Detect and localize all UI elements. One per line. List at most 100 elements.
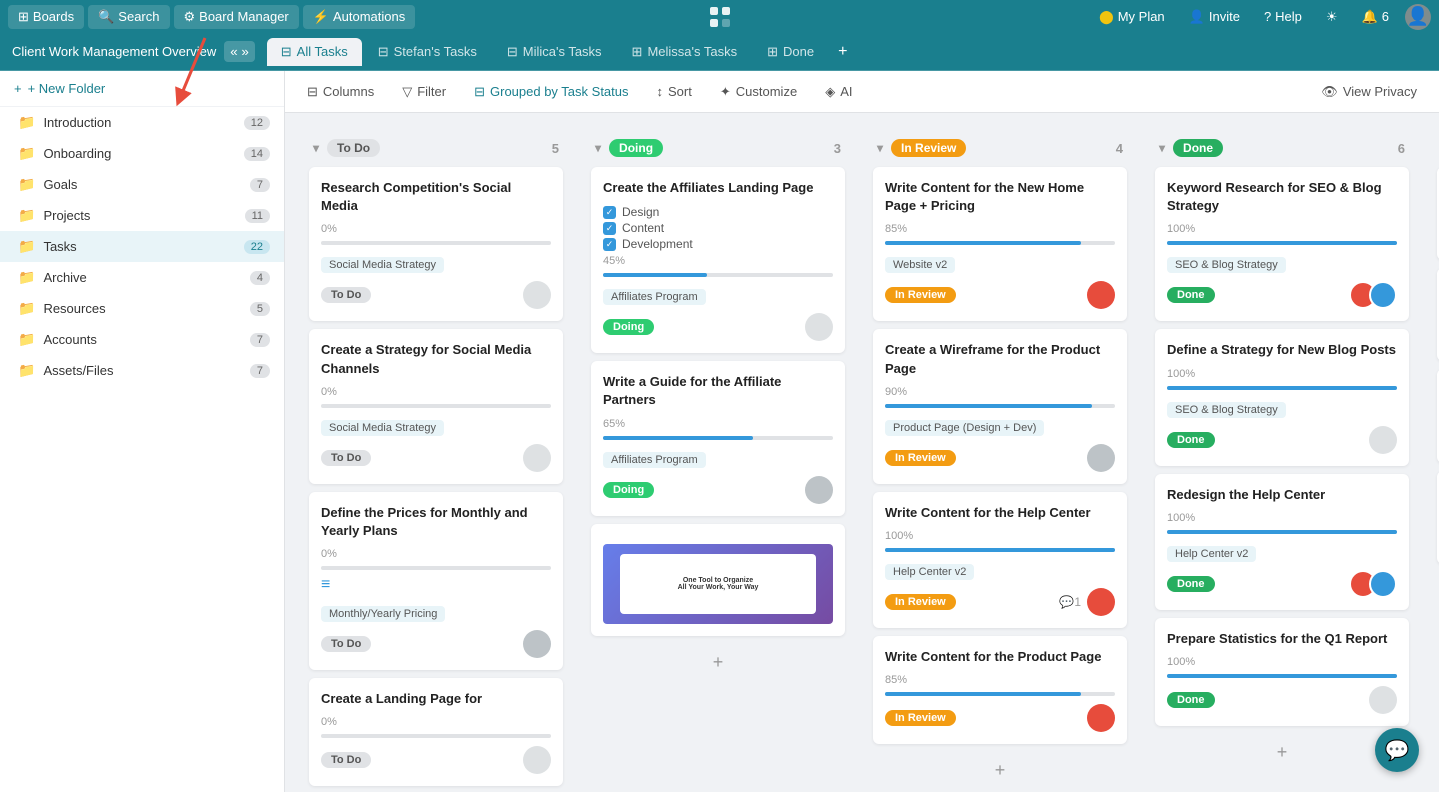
sidebar-item-accounts[interactable]: 📁 Accounts 7 — [0, 324, 284, 355]
task-card[interactable]: Create a Wireframe for the Product Page … — [873, 329, 1127, 483]
card-footer: Done — [1167, 426, 1397, 454]
card-tag: Product Page (Design + Dev) — [885, 420, 1044, 436]
task-card[interactable]: Write Content for the New Home Page + Pr… — [873, 167, 1127, 321]
task-card[interactable]: Write Content for the Product Page 85% — [873, 636, 1127, 744]
sidebar-item-assets-files[interactable]: 📁 Assets/Files 7 — [0, 355, 284, 386]
collapse-column-button[interactable]: ▾ — [313, 141, 319, 155]
card-status-pill: Done — [1167, 287, 1215, 303]
grouped-by-button[interactable]: ⊟ Grouped by Task Status — [468, 80, 634, 104]
kanban-column-todo: ▾ To Do 5 Research Competition's Social … — [301, 129, 571, 792]
task-card[interactable]: Create a Landing Page for 0% — [309, 678, 563, 786]
task-card[interactable]: One Tool to OrganizeAll Your Work, Your … — [591, 524, 845, 636]
top-nav: ⊞ Boards 🔍 Search ⚙ Board Manager ⚡ Auto… — [0, 0, 1439, 33]
task-card[interactable]: Define the Prices for Monthly and Yearly… — [309, 492, 563, 670]
kanban-column-done: ▾ Done 6 Keyword Research for SEO & Blog… — [1147, 129, 1417, 771]
invite-button[interactable]: 👤 Invite — [1181, 6, 1248, 28]
sidebar-item-projects[interactable]: 📁 Projects 11 — [0, 200, 284, 231]
checkbox-checked[interactable]: ✓ — [603, 206, 616, 219]
plus-icon: + — [14, 81, 22, 96]
user-avatar[interactable]: 👤 — [1405, 4, 1431, 30]
card-status-pill: Done — [1167, 576, 1215, 592]
task-card[interactable]: Prepare Statistics for the Q1 Report 100… — [1155, 618, 1409, 726]
board-manager-button[interactable]: ⚙ Board Manager — [174, 5, 299, 29]
folder-icon: 📁 — [18, 207, 35, 224]
search-button[interactable]: 🔍 Search — [88, 5, 169, 29]
card-status-pill: To Do — [321, 752, 371, 768]
add-task-button[interactable]: + — [1429, 572, 1439, 609]
my-plan-button[interactable]: ⬤ My Plan — [1091, 6, 1173, 28]
tab-stefan-tasks[interactable]: ⊟ Stefan's Tasks — [364, 38, 491, 66]
tab-icon: ⊞ — [632, 44, 643, 60]
add-task-button[interactable]: + — [865, 752, 1135, 789]
card-tag: Help Center v2 — [1167, 546, 1256, 562]
customize-button[interactable]: ✦ Customize — [714, 80, 803, 104]
card-footer: To Do — [321, 746, 551, 774]
collapse-column-button[interactable]: ▾ — [877, 141, 883, 155]
sidebar-item-goals[interactable]: 📁 Goals 7 — [0, 169, 284, 200]
task-card[interactable]: Research Competition's Social Media 0% S… — [309, 167, 563, 321]
automations-button[interactable]: ⚡ Automations — [303, 5, 415, 29]
columns-button[interactable]: ⊟ Columns — [301, 80, 380, 104]
progress-percent: 65% — [603, 418, 625, 430]
add-task-button[interactable]: + — [583, 644, 853, 681]
avatar — [1369, 426, 1397, 454]
sort-button[interactable]: ↕ Sort — [651, 80, 698, 103]
view-privacy-button[interactable]: 👁 View Privacy — [1315, 80, 1423, 104]
task-card[interactable]: Create the Affiliates Landing Page ✓ Des… — [591, 167, 845, 353]
theme-button[interactable]: ☀ — [1318, 6, 1346, 28]
notifications-button[interactable]: 🔔 6 — [1354, 6, 1397, 28]
task-card[interactable]: Create a Strategy for Social Media Chann… — [309, 329, 563, 483]
progress-bar — [1167, 674, 1397, 678]
invite-label: Invite — [1209, 9, 1240, 24]
card-image-inner: One Tool to OrganizeAll Your Work, Your … — [620, 554, 816, 614]
task-card[interactable]: Write Content for the Help Center 100% H… — [873, 492, 1127, 628]
boards-label: Boards — [33, 9, 74, 24]
sidebar-item-introduction[interactable]: 📁 Introduction 12 — [0, 107, 284, 138]
ai-button[interactable]: ◈ AI — [819, 80, 858, 104]
new-folder-button[interactable]: + + New Folder — [0, 71, 284, 107]
card-title: Define a Strategy for New Blog Posts — [1167, 341, 1397, 359]
sidebar-item-badge: 7 — [250, 333, 270, 347]
tab-milica-tasks[interactable]: ⊟ Milica's Tasks — [493, 38, 616, 66]
collapse-column-button[interactable]: ▾ — [1159, 141, 1165, 155]
avatar — [1369, 281, 1397, 309]
card-status-pill: In Review — [885, 710, 956, 726]
sidebar-item-tasks[interactable]: 📁 Tasks 22 — [0, 231, 284, 262]
progress-percent: 0% — [321, 223, 337, 235]
chat-bubble[interactable]: 💬 — [1375, 728, 1419, 772]
tab-melissa-tasks[interactable]: ⊞ Melissa's Tasks — [618, 38, 752, 66]
card-right — [1369, 686, 1397, 714]
checkbox-checked[interactable]: ✓ — [603, 222, 616, 235]
progress-fill — [603, 273, 707, 277]
second-nav: Client Work Management Overview « » ⊟ Al… — [0, 33, 1439, 71]
task-card[interactable]: Define a Strategy for New Blog Posts 100… — [1155, 329, 1409, 465]
tab-all-tasks[interactable]: ⊟ All Tasks — [267, 38, 362, 66]
tab-label: All Tasks — [297, 44, 348, 59]
sidebar-item-resources[interactable]: 📁 Resources 5 — [0, 293, 284, 324]
progress-fill — [1167, 530, 1397, 534]
checkbox-checked[interactable]: ✓ — [603, 238, 616, 251]
checklist-label: Design — [622, 205, 659, 219]
progress-percent: 0% — [321, 716, 337, 728]
kanban-column-doing: ▾ Doing 3 Create the Affiliates Landing … — [583, 129, 853, 681]
task-card[interactable]: Keyword Research for SEO & Blog Strategy… — [1155, 167, 1409, 321]
add-tab-button[interactable]: + — [830, 39, 855, 65]
tab-done[interactable]: ⊞ Done — [753, 38, 828, 66]
card-image: One Tool to OrganizeAll Your Work, Your … — [603, 544, 833, 624]
sidebar-item-badge: 12 — [244, 116, 270, 130]
filter-button[interactable]: ▽ Filter — [396, 80, 452, 104]
columns-icon: ⊟ — [307, 84, 318, 100]
task-card[interactable]: Write a Guide for the Affiliate Partners… — [591, 361, 845, 515]
filter-icon: ▽ — [402, 84, 412, 100]
progress-fill — [1167, 674, 1397, 678]
progress-percent: 85% — [885, 674, 907, 686]
help-button[interactable]: ? Help — [1256, 6, 1310, 27]
column-header: ▾ Blocked 0 — [1429, 129, 1439, 167]
collapse-sidebar-button[interactable]: « » — [224, 41, 255, 62]
sidebar-item-onboarding[interactable]: 📁 Onboarding 14 — [0, 138, 284, 169]
task-card[interactable]: Redesign the Help Center 100% Help Cente… — [1155, 474, 1409, 610]
sidebar-item-archive[interactable]: 📁 Archive 4 — [0, 262, 284, 293]
app-logo — [704, 1, 736, 33]
collapse-column-button[interactable]: ▾ — [595, 141, 601, 155]
boards-button[interactable]: ⊞ Boards — [8, 5, 84, 29]
